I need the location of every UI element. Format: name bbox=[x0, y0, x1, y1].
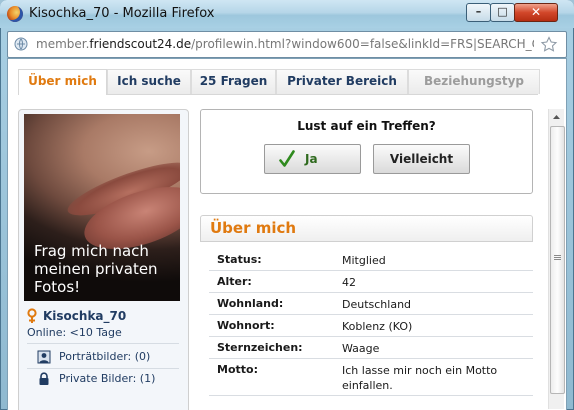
row-value: Mitglied bbox=[342, 254, 386, 267]
female-icon bbox=[27, 308, 37, 323]
vertical-scrollbar[interactable] bbox=[548, 109, 565, 409]
tab-beziehungstyp[interactable]: Beziehungstyp bbox=[408, 69, 540, 94]
yes-button[interactable]: Ja bbox=[264, 144, 361, 174]
row-value: Ich lasse mir noch ein Motto einfallen. bbox=[342, 364, 498, 392]
profile-tabs: Über mich Ich suche 25 Fragen Privater B… bbox=[18, 69, 540, 95]
tab-privater-bereich[interactable]: Privater Bereich bbox=[276, 69, 408, 94]
row-key: Motto: bbox=[217, 363, 258, 376]
close-icon: ✕ bbox=[530, 5, 542, 19]
divider bbox=[27, 368, 179, 369]
window-title: Kisochka_70 - Mozilla Firefox bbox=[29, 6, 215, 21]
profile-photo[interactable]: Frag mich nach meinen privaten Fotos! bbox=[24, 114, 180, 301]
maybe-button[interactable]: Vielleicht bbox=[373, 144, 470, 174]
row-key: Wohnort: bbox=[217, 319, 275, 332]
row-key: Sternzeichen: bbox=[217, 341, 303, 354]
minimize-button[interactable]: – bbox=[466, 3, 491, 22]
profile-row: Status: Mitglied bbox=[209, 249, 533, 271]
page-content: Über mich Ich suche 25 Fragen Privater B… bbox=[7, 58, 567, 410]
profile-row: Wohnland: Deutschland bbox=[209, 293, 533, 315]
browser-window: Kisochka_70 - Mozilla Firefox – □ ✕ memb… bbox=[0, 0, 574, 410]
divider bbox=[27, 343, 179, 344]
section-header: Über mich bbox=[200, 215, 533, 242]
bookmark-icon[interactable] bbox=[540, 36, 558, 52]
lock-icon bbox=[39, 372, 49, 385]
profile-row: Wohnort: Koblenz (KO) bbox=[209, 315, 533, 337]
url-domain: friendscout24.de bbox=[89, 37, 192, 51]
profile-row: Sternzeichen: Waage bbox=[209, 337, 533, 359]
tab-ueber-mich[interactable]: Über mich bbox=[18, 69, 107, 95]
row-key: Status: bbox=[217, 253, 262, 266]
maximize-icon: □ bbox=[497, 5, 508, 18]
section-title: Über mich bbox=[210, 219, 297, 237]
profile-sidebar: Frag mich nach meinen privaten Fotos! Ki… bbox=[18, 109, 189, 410]
row-value: 42 bbox=[342, 276, 356, 289]
page-icon bbox=[14, 37, 28, 51]
scrollbar-thumb[interactable] bbox=[550, 126, 565, 394]
checkmark-icon bbox=[279, 150, 295, 167]
photo-caption: Frag mich nach meinen privaten Fotos! bbox=[34, 242, 158, 296]
tab-25-fragen[interactable]: 25 Fragen bbox=[191, 69, 276, 94]
meeting-box: Lust auf ein Treffen? Ja Vielleicht bbox=[200, 109, 533, 194]
row-value: Koblenz (KO) bbox=[342, 320, 413, 333]
address-bar[interactable]: member.friendscout24.de/profilewin.html?… bbox=[7, 31, 567, 58]
meeting-question: Lust auf ein Treffen? bbox=[297, 119, 436, 133]
about-me-section: Über mich Status: Mitglied Alter: 42 Woh… bbox=[200, 215, 533, 410]
url-text[interactable]: member.friendscout24.de/profilewin.html?… bbox=[36, 37, 534, 51]
firefox-icon bbox=[7, 6, 23, 22]
close-button[interactable]: ✕ bbox=[514, 3, 558, 22]
tab-ich-suche[interactable]: Ich suche bbox=[107, 69, 191, 94]
row-key: Wohnland: bbox=[217, 297, 284, 310]
minimize-icon: – bbox=[475, 5, 482, 18]
scroll-up-icon[interactable] bbox=[549, 109, 564, 125]
row-value: Deutschland bbox=[342, 298, 412, 311]
portrait-icon bbox=[37, 350, 51, 364]
maximize-button[interactable]: □ bbox=[490, 3, 515, 22]
row-key: Alter: bbox=[217, 275, 252, 288]
profile-row: Motto: Ich lasse mir noch ein Motto einf… bbox=[209, 359, 533, 396]
online-status: Online: <10 Tage bbox=[27, 326, 122, 339]
profile-row: Alter: 42 bbox=[209, 271, 533, 293]
title-bar[interactable]: Kisochka_70 - Mozilla Firefox – □ ✕ bbox=[0, 0, 574, 28]
username[interactable]: Kisochka_70 bbox=[43, 309, 126, 323]
row-value: Waage bbox=[342, 342, 380, 355]
